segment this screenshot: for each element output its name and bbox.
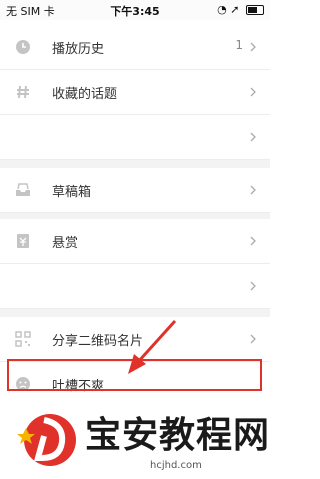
history-count: 1 — [235, 38, 243, 52]
status-bar: 无 SIM 卡 下午3:45 ◔ ➚ — [0, 0, 270, 20]
chevron-right-icon — [250, 236, 256, 246]
menu-item-favorite-topics[interactable]: 收藏的话题 — [0, 70, 270, 115]
chevron-right-icon — [250, 42, 256, 52]
menu-item-blank[interactable] — [0, 264, 270, 309]
watermark-title: 宝安教程网 — [85, 415, 271, 456]
drafts-tray-icon — [16, 183, 30, 196]
menu-item-blank[interactable] — [0, 115, 270, 160]
reward-tag-icon — [17, 234, 29, 248]
hash-icon — [17, 85, 29, 99]
chevron-right-icon — [250, 334, 256, 344]
menu-item-label: 悬赏 — [52, 236, 79, 251]
battery-icon — [246, 5, 264, 15]
menu-item-label: 播放历史 — [52, 42, 105, 57]
chevron-right-icon — [250, 132, 256, 142]
settings-highlight-box — [7, 359, 262, 391]
menu-item-label: 草稿箱 — [52, 185, 92, 200]
section-divider — [0, 309, 270, 317]
watermark: 宝安教程网 hcjhd.com — [0, 392, 270, 479]
location-arrow-icon: ➚ — [230, 3, 240, 16]
chevron-right-icon — [250, 87, 256, 97]
menu-item-drafts[interactable]: 草稿箱 — [0, 168, 270, 213]
watermark-url: hcjhd.com — [150, 460, 202, 471]
menu-item-reward[interactable]: 悬赏 — [0, 219, 270, 264]
qr-code-icon — [15, 331, 31, 347]
lock-rotation-icon: ◔ — [217, 3, 227, 16]
menu-item-label: 收藏的话题 — [52, 87, 118, 102]
site-logo-icon — [17, 414, 76, 466]
chevron-right-icon — [250, 185, 256, 195]
clock-icon — [16, 40, 30, 54]
section-divider — [0, 160, 270, 168]
chevron-right-icon — [250, 281, 256, 291]
menu-item-play-history[interactable]: 播放历史 1 — [0, 25, 270, 70]
status-right-icons: ◔ ➚ — [217, 3, 264, 16]
